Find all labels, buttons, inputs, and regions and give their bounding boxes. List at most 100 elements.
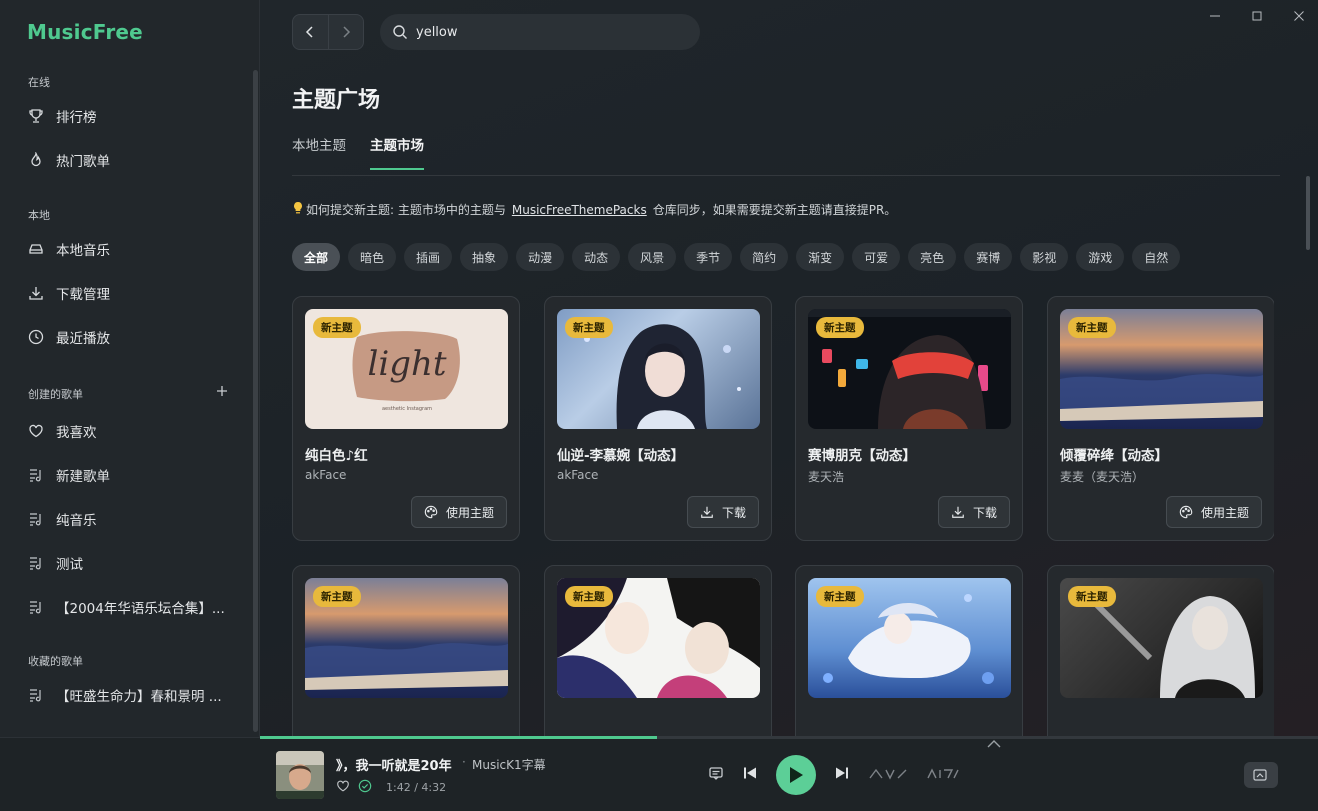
theme-card[interactable]: 新主题 xyxy=(292,565,520,737)
favorite-button[interactable] xyxy=(336,779,350,796)
theme-preview: 新主题 xyxy=(808,309,1011,429)
player-bar xyxy=(0,737,1318,811)
progress-fill xyxy=(260,736,657,739)
category-chip[interactable]: 全部 xyxy=(292,243,341,271)
category-chip[interactable]: 可爱 xyxy=(852,243,901,271)
theme-card[interactable]: light aesthetic Instagram 新主题 纯白色♪红 akFa… xyxy=(292,296,520,541)
song-meta: 1:42 / 4:32 xyxy=(336,779,446,796)
theme-card[interactable]: 新主题 赛博朋克【动态】 麦天浩 下载 xyxy=(795,296,1023,541)
sidebar-item-favorites[interactable]: 我喜欢 xyxy=(28,419,238,443)
theme-preview: 新主题 xyxy=(1060,578,1263,698)
download-theme-button[interactable]: 下载 xyxy=(686,496,759,528)
use-theme-button[interactable]: 使用主题 xyxy=(1165,496,1262,528)
section-collected-playlists: 收藏的歌单 xyxy=(28,655,83,668)
category-chip[interactable]: 影视 xyxy=(1020,243,1069,271)
sidebar-item-recent[interactable]: 最近播放 xyxy=(28,325,238,349)
divider xyxy=(292,175,1280,176)
previous-button[interactable] xyxy=(742,765,758,785)
category-chip[interactable]: 简约 xyxy=(740,243,789,271)
category-chip[interactable]: 风景 xyxy=(628,243,677,271)
sidebar-item-charts[interactable]: 排行榜 xyxy=(28,104,238,128)
section-local: 本地 xyxy=(28,209,50,222)
lyrics-button[interactable] xyxy=(708,765,724,785)
category-chip[interactable]: 抽象 xyxy=(460,243,509,271)
playback-time: 1:42 / 4:32 xyxy=(386,781,447,794)
theme-author: akFace xyxy=(305,468,347,482)
forward-button[interactable] xyxy=(329,15,364,49)
palette-icon xyxy=(424,505,438,519)
sidebar-item-label: 热门歌单 xyxy=(56,154,110,170)
window-controls xyxy=(1208,6,1306,26)
lyrics-icon xyxy=(709,767,723,780)
close-button[interactable] xyxy=(1292,6,1306,26)
category-chip[interactable]: 自然 xyxy=(1132,243,1181,271)
category-chip[interactable]: 插画 xyxy=(404,243,453,271)
theme-packs-link[interactable]: MusicFreeThemePacks xyxy=(512,203,647,217)
tab-local-themes[interactable]: 本地主题 xyxy=(292,134,346,170)
song-artist[interactable]: MusicK1字幕 xyxy=(472,756,546,773)
category-chip[interactable]: 动漫 xyxy=(516,243,565,271)
category-chip[interactable]: 游戏 xyxy=(1076,243,1125,271)
sidebar-item-playlist[interactable]: 新建歌单 xyxy=(28,463,238,487)
minimize-button[interactable] xyxy=(1208,6,1222,26)
chevron-right-icon xyxy=(343,26,350,38)
sidebar-item-playlist[interactable]: 【旺盛生命力】春和景明 ... xyxy=(28,683,238,707)
sidebar-item-label: 纯音乐 xyxy=(56,513,97,529)
sidebar-item-playlist[interactable]: 测试 xyxy=(28,551,238,575)
theme-card[interactable]: 新主题 倾覆碎绛【动态】 麦麦（麦天浩） 使用主题 xyxy=(1047,296,1274,541)
play-icon xyxy=(790,767,803,783)
main-scrollbar[interactable] xyxy=(1306,176,1310,250)
sidebar-item-playlist[interactable]: 纯音乐 xyxy=(28,507,238,531)
sidebar-item-label: 新建歌单 xyxy=(56,469,110,485)
sidebar-item-downloads[interactable]: 下载管理 xyxy=(28,281,238,305)
search-bar[interactable] xyxy=(380,14,700,50)
theme-card[interactable]: 新主题 仙逆-李慕婉【动态】 akFace 下载 xyxy=(544,296,772,541)
back-button[interactable] xyxy=(293,15,329,49)
sidebar-item-local-music[interactable]: 本地音乐 xyxy=(28,237,238,261)
category-filter: 全部 暗色 插画 抽象 动漫 动态 风景 季节 简约 渐变 可爱 亮色 赛博 影… xyxy=(292,243,1181,271)
drive-icon xyxy=(28,241,44,257)
sidebar-scrollbar[interactable] xyxy=(253,70,258,732)
category-chip[interactable]: 动态 xyxy=(572,243,621,271)
playlist-icon xyxy=(28,467,44,483)
hint-text: 如何提交新主题: 主题市场中的主题与 xyxy=(306,203,506,217)
playback-mode-button[interactable] xyxy=(868,767,908,784)
theme-card[interactable]: 新主题 xyxy=(544,565,772,737)
download-theme-button[interactable]: 下载 xyxy=(937,496,1010,528)
category-chip[interactable]: 季节 xyxy=(684,243,733,271)
add-playlist-button[interactable] xyxy=(214,383,230,399)
maximize-button[interactable] xyxy=(1250,6,1264,26)
download-icon xyxy=(952,506,964,518)
next-button[interactable] xyxy=(834,765,850,785)
theme-card[interactable]: 新主题 xyxy=(1047,565,1274,737)
theme-card[interactable]: 新主题 xyxy=(795,565,1023,737)
category-chip[interactable]: 亮色 xyxy=(908,243,957,271)
button-label: 使用主题 xyxy=(445,505,494,520)
search-input[interactable] xyxy=(416,24,676,40)
play-button[interactable] xyxy=(776,755,816,795)
volume-button[interactable] xyxy=(1244,762,1278,788)
sidebar-item-playlist[interactable]: 【2004年华语乐坛合集】... xyxy=(28,595,238,619)
download-icon xyxy=(28,285,44,301)
skip-previous-icon xyxy=(744,767,756,779)
sidebar-item-label: 【2004年华语乐坛合集】... xyxy=(56,601,225,617)
theme-preview: 新主题 xyxy=(1060,309,1263,429)
speed-icon xyxy=(927,767,959,778)
use-theme-button[interactable]: 使用主题 xyxy=(410,496,507,528)
category-chip[interactable]: 渐变 xyxy=(796,243,845,271)
app-logo: MusicFree xyxy=(27,20,143,44)
sidebar-item-label: 【旺盛生命力】春和景明 ... xyxy=(56,689,222,705)
album-cover[interactable] xyxy=(276,751,324,799)
tab-theme-market[interactable]: 主题市场 xyxy=(370,134,424,170)
sidebar-item-hot-playlists[interactable]: 热门歌单 xyxy=(28,148,238,172)
speed-button[interactable] xyxy=(926,767,960,784)
hint-text: 仓库同步，如果需要提交新主题请直接提PR。 xyxy=(652,203,897,217)
download-icon xyxy=(701,506,713,518)
category-chip[interactable]: 暗色 xyxy=(348,243,397,271)
sidebar-item-label: 下载管理 xyxy=(56,287,110,303)
theme-preview: 新主题 xyxy=(305,578,508,698)
playlist-icon xyxy=(28,599,44,615)
category-chip[interactable]: 赛博 xyxy=(964,243,1013,271)
theme-preview: light aesthetic Instagram 新主题 xyxy=(305,309,508,429)
expand-player-button[interactable] xyxy=(986,738,1002,753)
